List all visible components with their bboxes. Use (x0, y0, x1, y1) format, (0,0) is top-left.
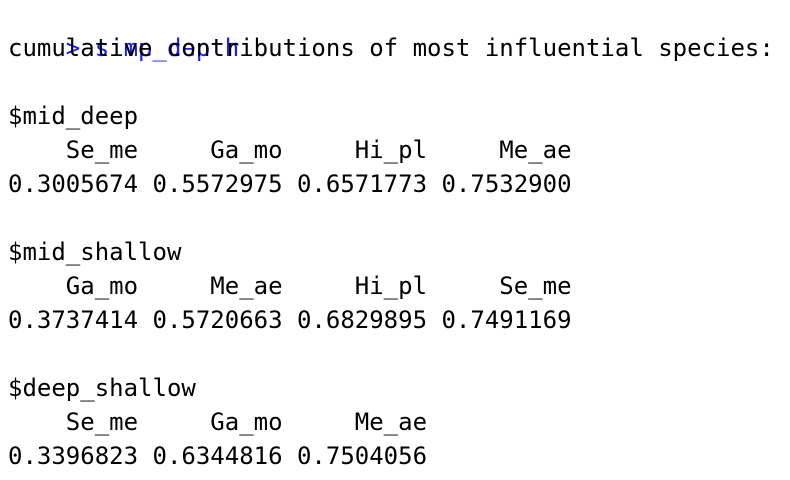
output-header: cumulative contributions of most influen… (8, 34, 774, 62)
species-row-mid-deep: Se_me Ga_mo Hi_pl Me_ae (8, 136, 572, 164)
values-row-deep-shallow: 0.3396823 0.6344816 0.7504056 (8, 442, 428, 470)
r-console[interactable]: > simp_depth cumulative contributions of… (0, 0, 790, 480)
group-name-mid-deep: $mid_deep (8, 102, 139, 130)
group-name-mid-shallow: $mid_shallow (8, 238, 182, 266)
group-name-deep-shallow: $deep_shallow (8, 374, 196, 402)
command-line: > simp_depth (8, 0, 239, 62)
species-row-deep-shallow: Se_me Ga_mo Me_ae (8, 408, 428, 436)
species-row-mid-shallow: Ga_mo Me_ae Hi_pl Se_me (8, 272, 572, 300)
values-row-mid-deep: 0.3005674 0.5572975 0.6571773 0.7532900 (8, 170, 572, 198)
values-row-mid-shallow: 0.3737414 0.5720663 0.6829895 0.7491169 (8, 306, 572, 334)
